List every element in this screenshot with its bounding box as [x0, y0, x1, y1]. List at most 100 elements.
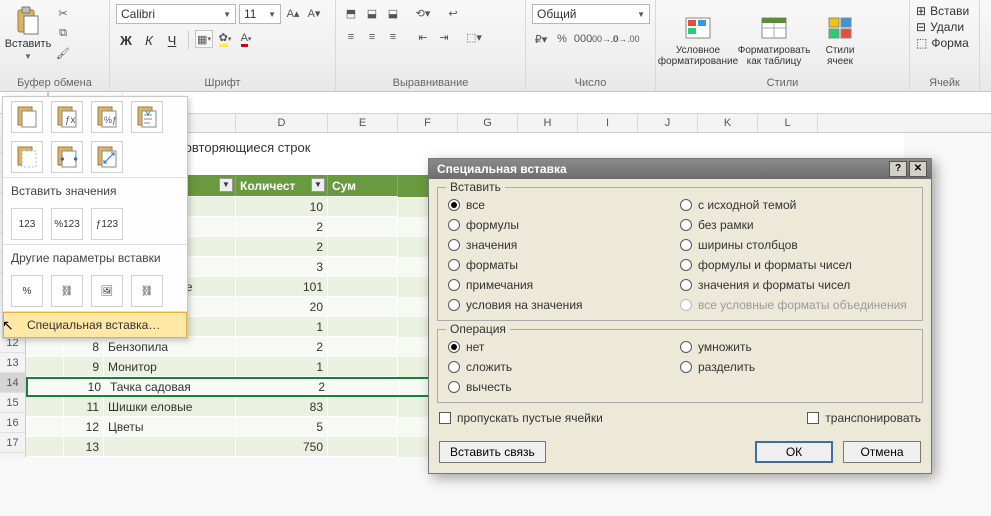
group-paste-legend: Вставить: [446, 180, 505, 194]
cell-qty: 2: [236, 237, 328, 257]
col-header[interactable]: K: [698, 114, 758, 132]
paste-other-pic[interactable]: 🖼: [91, 275, 123, 307]
col-header[interactable]: J: [638, 114, 698, 132]
paste-other-link[interactable]: ⛓: [51, 275, 83, 307]
radio-option[interactable]: умножить: [680, 340, 912, 354]
paste-option-no-borders[interactable]: [11, 141, 43, 173]
underline-button[interactable]: Ч: [162, 30, 182, 50]
paste-special-item[interactable]: ↖ Специальная вставка…: [3, 312, 187, 338]
shrink-font-icon[interactable]: A▾: [305, 4, 323, 22]
paste-option-transpose[interactable]: [91, 141, 123, 173]
svg-text:%ƒ: %ƒ: [104, 115, 117, 125]
radio-option[interactable]: формулы: [448, 218, 680, 232]
close-button[interactable]: ✕: [909, 161, 927, 177]
align-left-icon[interactable]: ≡: [342, 28, 360, 46]
paste-option-formulas-fmt[interactable]: %ƒ: [91, 101, 123, 133]
font-size-combo[interactable]: 11▼: [239, 4, 281, 24]
formula-input[interactable]: [122, 92, 991, 113]
filter-button[interactable]: ▼: [219, 178, 233, 192]
col-header[interactable]: E: [328, 114, 398, 132]
orientation-icon[interactable]: ⟲▾: [414, 4, 432, 22]
align-bottom-icon[interactable]: ⬓: [384, 4, 402, 22]
cell-styles-button[interactable]: Стили ячеек: [814, 11, 866, 69]
wrap-text-icon[interactable]: ↩: [444, 4, 462, 22]
radio-option[interactable]: разделить: [680, 360, 912, 374]
col-header[interactable]: G: [458, 114, 518, 132]
col-header[interactable]: F: [398, 114, 458, 132]
paste-option-all[interactable]: [11, 101, 43, 133]
radio-option[interactable]: нет: [448, 340, 680, 354]
italic-button[interactable]: К: [139, 30, 159, 50]
align-top-icon[interactable]: ⬒: [342, 4, 360, 22]
number-format-combo[interactable]: Общий▼: [532, 4, 650, 24]
paste-values-fmt[interactable]: ƒ123: [91, 208, 123, 240]
radio-option[interactable]: значения и форматы чисел: [680, 278, 912, 292]
bold-button[interactable]: Ж: [116, 30, 136, 50]
delete-cells-button[interactable]: ⊟ Удали: [916, 20, 964, 34]
ok-button[interactable]: ОК: [755, 441, 833, 463]
radio-option[interactable]: все: [448, 198, 680, 212]
paste-button[interactable]: Вставить ▼: [6, 4, 50, 63]
align-center-icon[interactable]: ≡: [363, 28, 381, 46]
indent-inc-icon[interactable]: ⇥: [435, 28, 453, 46]
align-right-icon[interactable]: ≡: [384, 28, 402, 46]
row-header[interactable]: 14: [0, 373, 25, 393]
help-button[interactable]: ?: [889, 161, 907, 177]
dec-decimal-icon[interactable]: .0→.00: [616, 30, 634, 48]
format-painter-icon[interactable]: 🖌: [54, 44, 72, 62]
paste-other-linkpic[interactable]: ⛓: [131, 275, 163, 307]
paste-other-header: Другие параметры вставки: [3, 245, 187, 271]
fill-color-button[interactable]: ✿▾: [216, 30, 234, 48]
radio-label: условия на значения: [466, 298, 583, 312]
dialog-titlebar[interactable]: Специальная вставка ? ✕: [429, 159, 931, 179]
paste-values-pct[interactable]: %123: [51, 208, 83, 240]
radio-option[interactable]: формулы и форматы чисел: [680, 258, 912, 272]
format-as-table-button[interactable]: Форматировать как таблицу: [738, 11, 810, 69]
conditional-formatting-button[interactable]: Условное форматирование: [662, 11, 734, 69]
skip-blanks-checkbox[interactable]: пропускать пустые ячейки: [439, 411, 603, 425]
paste-link-button[interactable]: Вставить связь: [439, 441, 546, 463]
merge-icon[interactable]: ⬚▾: [465, 28, 483, 46]
cancel-button[interactable]: Отмена: [843, 441, 921, 463]
paste-values-123[interactable]: 123: [11, 208, 43, 240]
ribbon-group-clipboard: Вставить ▼ ✂ ⧉ 🖌 Буфер обмена: [0, 0, 110, 91]
paste-option-keep-source[interactable]: [131, 101, 163, 133]
col-header[interactable]: L: [758, 114, 818, 132]
group-operation: Операция нетсложитьвычесть умножитьразде…: [437, 329, 923, 403]
percent-icon[interactable]: %: [553, 30, 571, 48]
borders-button[interactable]: ▦▾: [195, 30, 213, 48]
paste-option-formulas[interactable]: ƒx: [51, 101, 83, 133]
col-header[interactable]: I: [578, 114, 638, 132]
currency-icon[interactable]: ₽▾: [532, 30, 550, 48]
font-color-button[interactable]: A▾: [237, 30, 255, 48]
format-cells-button[interactable]: ⬚ Форма: [916, 36, 969, 50]
radio-option[interactable]: значения: [448, 238, 680, 252]
filter-button[interactable]: ▼: [311, 178, 325, 192]
radio-option[interactable]: форматы: [448, 258, 680, 272]
copy-icon[interactable]: ⧉: [54, 24, 72, 42]
transpose-checkbox[interactable]: транспонировать: [807, 411, 921, 425]
radio-option[interactable]: вычесть: [448, 380, 680, 394]
radio-option[interactable]: условия на значения: [448, 298, 680, 312]
paste-option-col-width[interactable]: [51, 141, 83, 173]
radio-option[interactable]: сложить: [448, 360, 680, 374]
row-header[interactable]: 17: [0, 433, 25, 453]
row-header[interactable]: 15: [0, 393, 25, 413]
row-header[interactable]: 16: [0, 413, 25, 433]
col-header[interactable]: H: [518, 114, 578, 132]
font-name-combo[interactable]: Calibri▼: [116, 4, 236, 24]
radio-option[interactable]: ширины столбцов: [680, 238, 912, 252]
col-header[interactable]: D: [236, 114, 328, 132]
align-middle-icon[interactable]: ⬓: [363, 4, 381, 22]
paste-other-fmt[interactable]: %: [11, 275, 43, 307]
row-header[interactable]: 13: [0, 353, 25, 373]
radio-option[interactable]: без рамки: [680, 218, 912, 232]
grow-font-icon[interactable]: A▴: [284, 4, 302, 22]
fmt-table-label: Форматировать как таблицу: [738, 45, 811, 67]
insert-cells-button[interactable]: ⊞ Встави: [916, 4, 969, 18]
group-label-cells: Ячейк: [916, 77, 973, 89]
radio-option[interactable]: примечания: [448, 278, 680, 292]
radio-option[interactable]: с исходной темой: [680, 198, 912, 212]
indent-dec-icon[interactable]: ⇤: [414, 28, 432, 46]
cut-icon[interactable]: ✂: [54, 4, 72, 22]
